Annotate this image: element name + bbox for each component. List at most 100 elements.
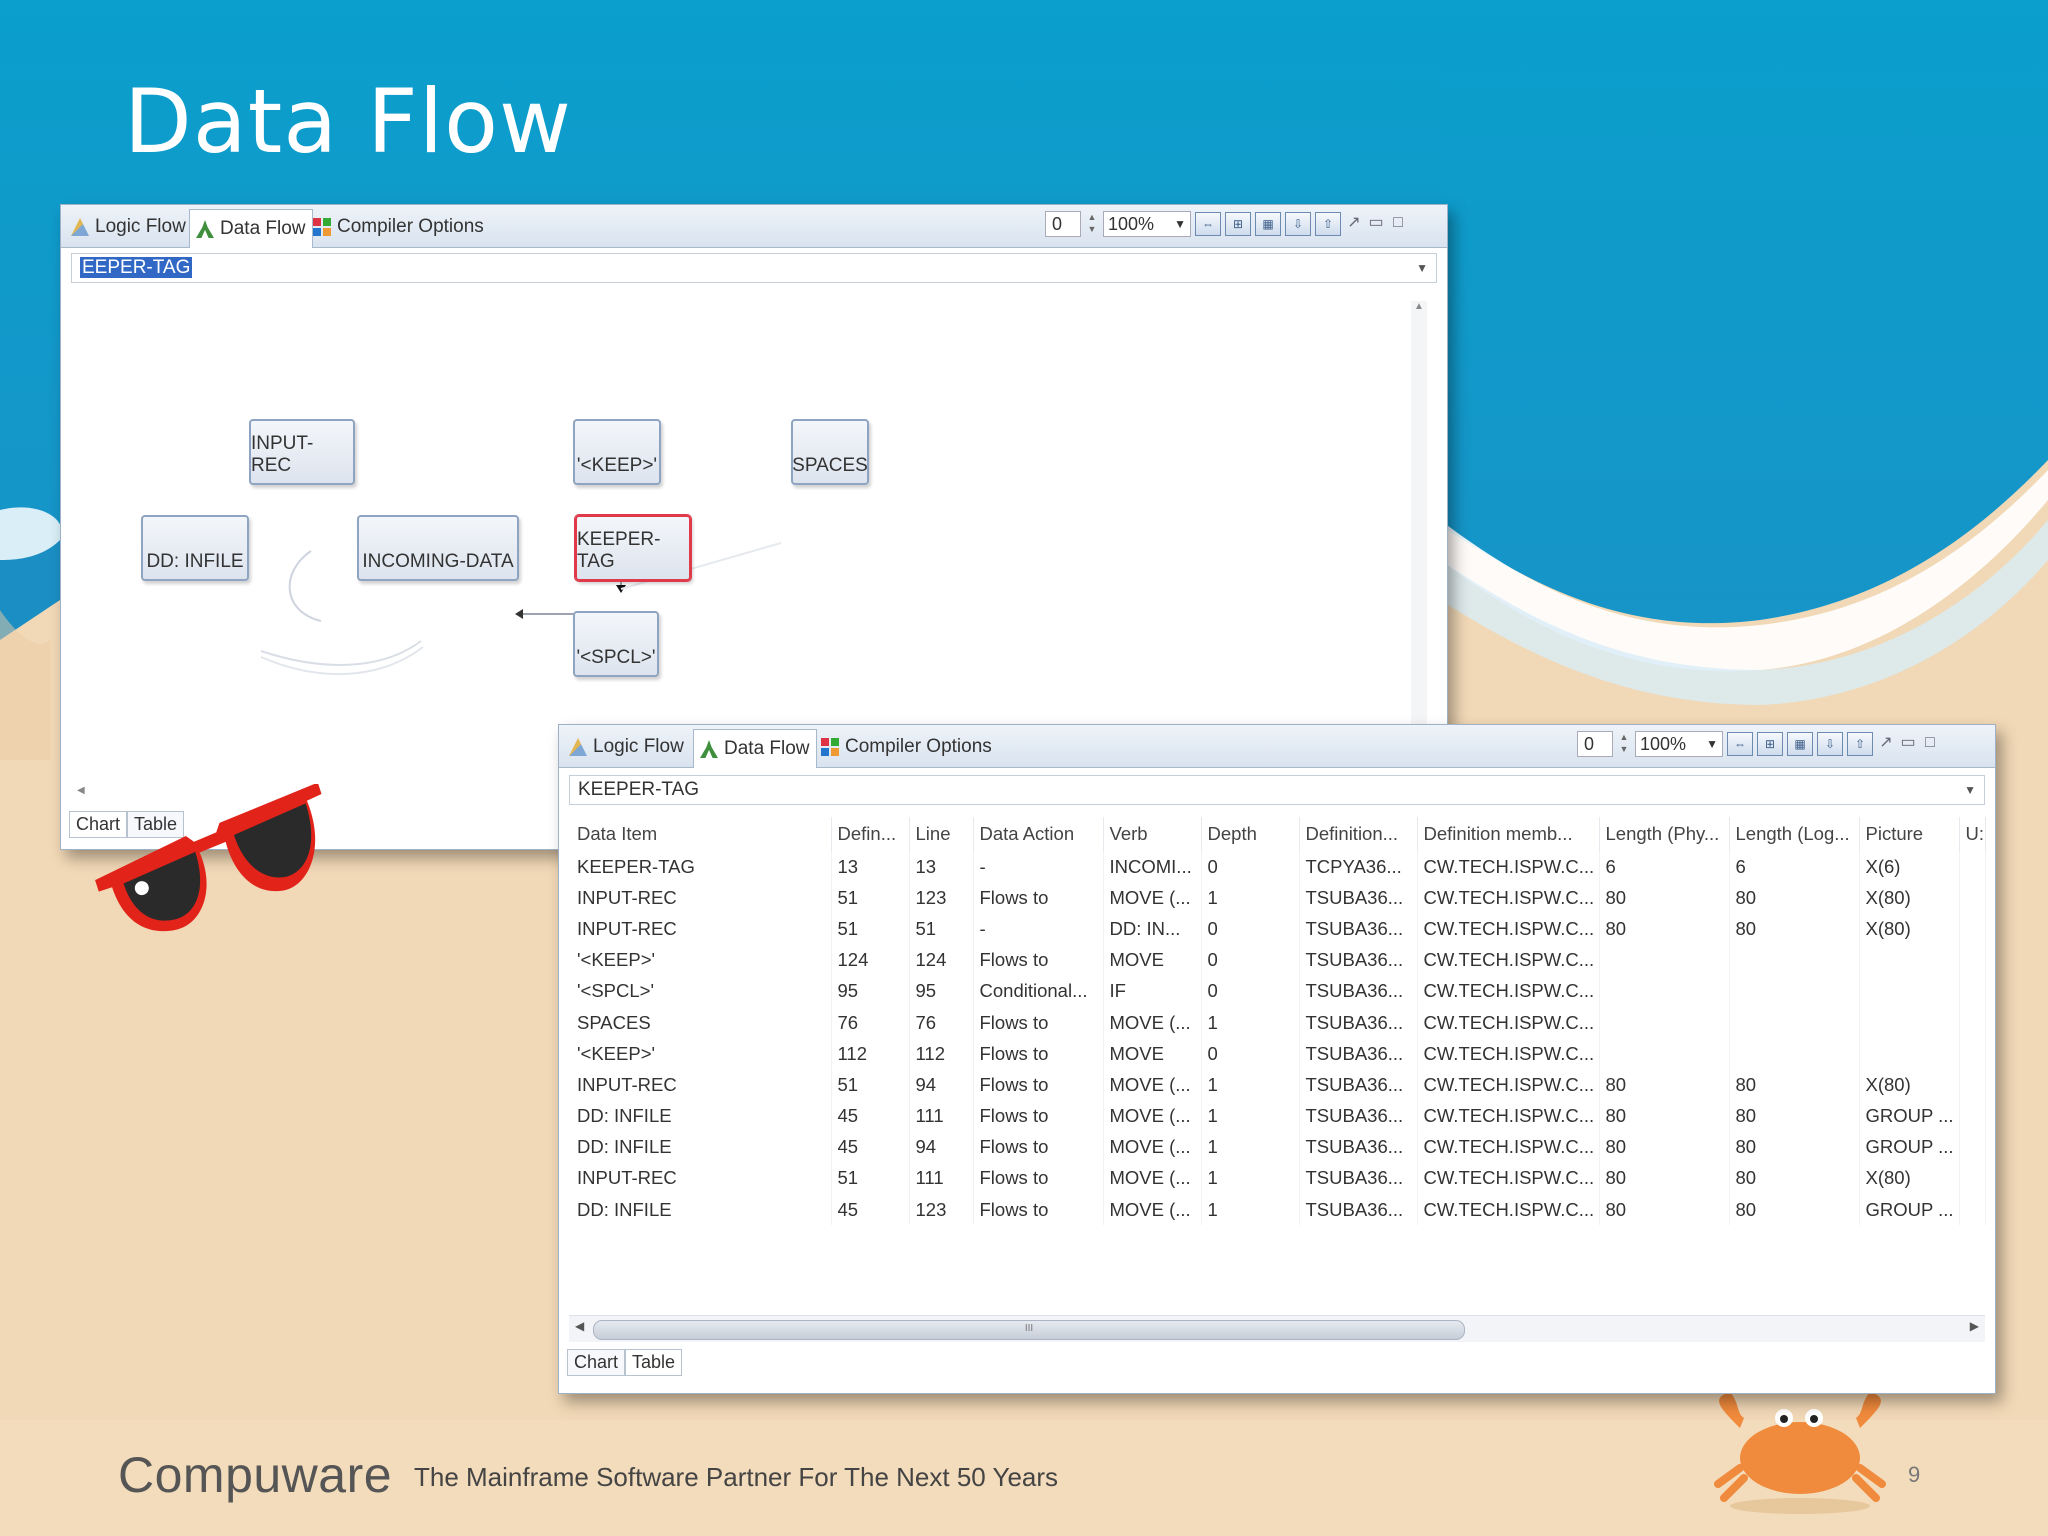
chart-tab[interactable]: Chart (567, 1349, 626, 1376)
scrollbar-thumb[interactable]: III (593, 1320, 1465, 1340)
depth-spinner-input[interactable]: 0 (1577, 731, 1613, 757)
table-tab[interactable]: Table (625, 1349, 683, 1376)
scroll-right-icon[interactable]: ▶ (1970, 1319, 1979, 1333)
table-row[interactable]: '<KEEP>' 112 112 Flows to MOVE 0 TSUBA36... CW.… (571, 1038, 1986, 1070)
table-cell: 80 (1599, 913, 1730, 945)
maximize-icon[interactable]: □ (1921, 735, 1939, 753)
graph-node[interactable]: '<SPCL>' (573, 611, 659, 677)
table-cell: 80 (1729, 1194, 1860, 1226)
depth-spinner-arrows[interactable]: ▲ ▼ (1085, 211, 1099, 237)
table-cell: MOVE (1103, 1038, 1202, 1070)
column-header[interactable]: Data Item (571, 817, 832, 851)
table-row[interactable]: DD: INFILE 45 123 Flows to MOVE (... 1 TSUBA36… (571, 1194, 1986, 1226)
table-cell: 112 (831, 1038, 910, 1070)
table-cell: 1 (1201, 1069, 1300, 1101)
table-cell: 45 (831, 1194, 910, 1226)
tab-data-flow[interactable]: Data Flow (693, 729, 817, 768)
table-cell: CW.TECH.ISPW.C... (1417, 913, 1600, 945)
grid-layout-icon[interactable]: ▦ (1255, 212, 1281, 236)
table-cell: 51 (831, 882, 910, 914)
graph-node[interactable]: INCOMING-DATA (357, 515, 519, 581)
depth-spinner-input[interactable]: 0 (1045, 211, 1081, 237)
table-cell: 51 (831, 913, 910, 945)
maximize-icon[interactable]: □ (1389, 215, 1407, 233)
table-cell: 124 (831, 944, 910, 976)
horizontal-scrollbar[interactable]: ◀ III ▶ (569, 1315, 1985, 1342)
graph-node[interactable]: '<KEEP>' (573, 419, 661, 485)
table-row[interactable]: '<KEEP>' 124 124 Flows to MOVE 0 TSUBA36... CW.… (571, 944, 1986, 976)
column-header[interactable]: Picture (1859, 817, 1960, 851)
export-icon[interactable]: ↗ (1345, 215, 1363, 233)
minimize-icon[interactable]: ▭ (1899, 735, 1917, 753)
table-cell: TSUBA36... (1299, 944, 1418, 976)
column-header[interactable]: Length (Phy... (1599, 817, 1730, 851)
grid-layout-icon[interactable]: ▦ (1787, 732, 1813, 756)
graph-node[interactable]: SPACES (791, 419, 869, 485)
table-cell: '<KEEP>' (571, 1038, 832, 1070)
tab-logic-flow[interactable]: Logic Flow (563, 731, 690, 763)
table-cell (1859, 975, 1960, 1007)
scroll-up-icon[interactable]: ▲ (1411, 301, 1427, 312)
table-cell: CW.TECH.ISPW.C... (1417, 975, 1600, 1007)
column-header[interactable]: Depth (1201, 817, 1300, 851)
table-cell: 76 (909, 1006, 974, 1039)
data-item-combo[interactable]: KEEPER-TAG ▼ (569, 775, 1985, 805)
tab-compiler-options[interactable]: Compiler Options (307, 211, 490, 243)
column-header[interactable]: Line (909, 817, 974, 851)
scroll-left-icon[interactable]: ◀ (575, 1319, 584, 1333)
expand-up-icon[interactable]: ⇧ (1847, 732, 1873, 756)
minimize-icon[interactable]: ▭ (1367, 215, 1385, 233)
fit-layout-icon[interactable]: ⇔ (1195, 212, 1221, 236)
zoom-combo[interactable]: 100% ▼ (1635, 731, 1723, 757)
column-header[interactable]: Definition memb... (1417, 817, 1600, 851)
vertical-scrollbar[interactable]: ▲ (1411, 301, 1427, 771)
view-toolbar: 0 ▲ ▼ 100% ▼ ⇔ ⊞ ▦ ⇩ ⇧ ↗ ▭ □ (1577, 731, 1939, 757)
fit-layout-icon[interactable]: ⇔ (1727, 732, 1753, 756)
column-header[interactable]: Data Action (973, 817, 1104, 851)
table-row[interactable]: SPACES 76 76 Flows to MOVE (... 1 TSUBA36... CW… (571, 1006, 1986, 1039)
tab-logic-flow[interactable]: Logic Flow (65, 211, 192, 243)
table-cell: SPACES (571, 1006, 832, 1039)
tab-compiler-options[interactable]: Compiler Options (815, 731, 998, 763)
zoom-combo[interactable]: 100% ▼ (1103, 211, 1191, 237)
table-cell (1859, 1006, 1960, 1039)
tree-layout-icon[interactable]: ⊞ (1225, 212, 1251, 236)
table-row[interactable]: INPUT-REC 51 94 Flows to MOVE (... 1 TSUBA36..… (571, 1069, 1986, 1101)
table-cell (1859, 1038, 1960, 1070)
table-row[interactable]: KEEPER-TAG 13 13- INCOMI... 0 TCPYA36... CW.TE… (571, 851, 1986, 883)
table-body: KEEPER-TAG 13 13- INCOMI... 0 TCPYA36... CW.TE… (571, 851, 1986, 1226)
table-cell (1959, 1069, 1986, 1101)
graph-node[interactable]: INPUT-REC (249, 419, 355, 485)
table-row[interactable]: INPUT-REC 51 111 Flows to MOVE (... 1 TSUBA36.… (571, 1162, 1986, 1195)
chart-table-tabs: Chart Table (567, 1349, 683, 1376)
node-label: KEEPER-TAG (577, 529, 661, 572)
table-cell: IF (1103, 975, 1202, 1007)
depth-spinner-arrows[interactable]: ▲ ▼ (1617, 731, 1631, 757)
table-row[interactable]: '<SPCL>' 95 95 Conditional... IF 0 TSUBA36... C… (571, 975, 1986, 1007)
table-cell: GROUP ... (1859, 1194, 1960, 1226)
table-row[interactable]: DD: INFILE 45 111 Flows to MOVE (... 1 TSUBA36… (571, 1100, 1986, 1132)
table-row[interactable]: INPUT-REC 51 123 Flows to MOVE (... 1 TSUBA36.… (571, 882, 1986, 914)
expand-down-icon[interactable]: ⇩ (1285, 212, 1311, 236)
expand-down-icon[interactable]: ⇩ (1817, 732, 1843, 756)
table-row[interactable]: INPUT-REC 51 51- DD: IN... 0 TSUBA36... CW.TEC… (571, 913, 1986, 945)
column-header[interactable]: Length (Log... (1729, 817, 1860, 851)
table-row[interactable]: DD: INFILE 45 94 Flows to MOVE (... 1 TSUBA36.… (571, 1131, 1986, 1163)
column-header[interactable]: Defin... (831, 817, 910, 851)
graph-node[interactable]: DD: INFILE (141, 515, 249, 581)
table-cell: 1 (1201, 1100, 1300, 1132)
column-header[interactable]: Definition... (1299, 817, 1418, 851)
tree-layout-icon[interactable]: ⊞ (1757, 732, 1783, 756)
table-cell: 1 (1201, 882, 1300, 914)
table-cell: Conditional... (973, 975, 1104, 1007)
graph-node-selected[interactable]: KEEPER-TAG (575, 515, 691, 581)
footer-tagline: The Mainframe Software Partner For The N… (414, 1462, 1059, 1492)
expand-up-icon[interactable]: ⇧ (1315, 212, 1341, 236)
column-header[interactable]: U: (1959, 817, 1986, 851)
node-label: '<KEEP>' (576, 455, 658, 476)
table-cell: 80 (1599, 1069, 1730, 1101)
column-header[interactable]: Verb (1103, 817, 1202, 851)
data-item-combo[interactable]: EEPER-TAG ▼ (71, 253, 1437, 283)
export-icon[interactable]: ↗ (1877, 735, 1895, 753)
tab-data-flow[interactable]: Data Flow (189, 209, 313, 248)
